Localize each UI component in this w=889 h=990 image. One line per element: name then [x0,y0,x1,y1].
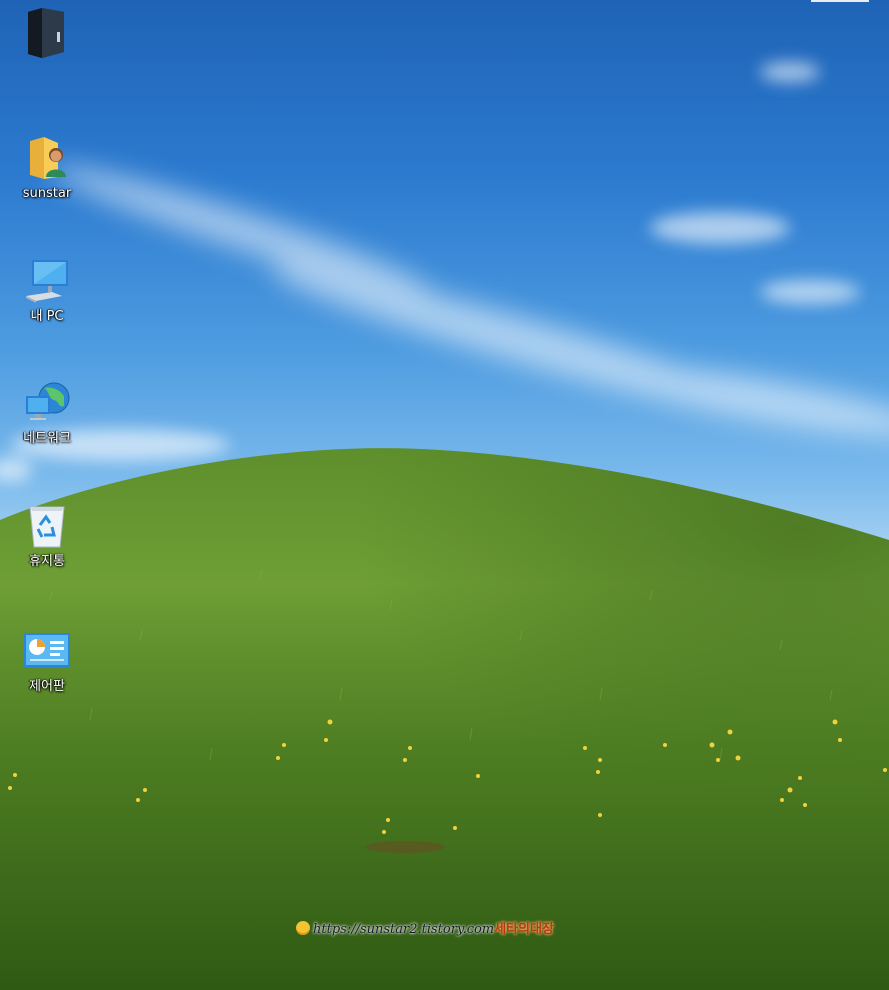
desktop-icon-dark-folder[interactable] [0,6,94,60]
desktop-icon-control-panel[interactable]: 제어판 [0,625,94,695]
control-panel-icon [21,625,73,677]
watermark: https://sunstar2.tistory.com세타의대장 [296,918,554,937]
desktop-icon-label: 제어판 [29,679,65,694]
desktop-icon-label: 휴지통 [29,554,65,569]
recycle-bin-icon [21,500,73,552]
hill-wallpaper [0,448,889,990]
top-edge-strip [811,0,869,2]
desktop-icon-label: 내 PC [30,309,64,324]
computer-icon [21,255,73,307]
dark-folder-icon [21,6,73,58]
user-folder-icon [21,132,73,184]
network-icon [21,377,73,429]
smiley-emoji-icon [296,921,310,935]
desktop-icon-label: 네트워크 [23,431,71,446]
desktop[interactable]: sunstar 내 PC 네트워크 휴지통 제어판 https://sunsta… [0,0,889,990]
watermark-tag: 세타의대장 [494,922,554,937]
desktop-icon-sunstar[interactable]: sunstar [0,132,94,202]
desktop-icon-label: sunstar [22,186,72,201]
desktop-icon-this-pc[interactable]: 내 PC [0,255,94,325]
desktop-icon-recycle-bin[interactable]: 휴지통 [0,500,94,570]
desktop-icon-network[interactable]: 네트워크 [0,377,94,447]
watermark-url: https://sunstar2.tistory.com [313,922,495,937]
